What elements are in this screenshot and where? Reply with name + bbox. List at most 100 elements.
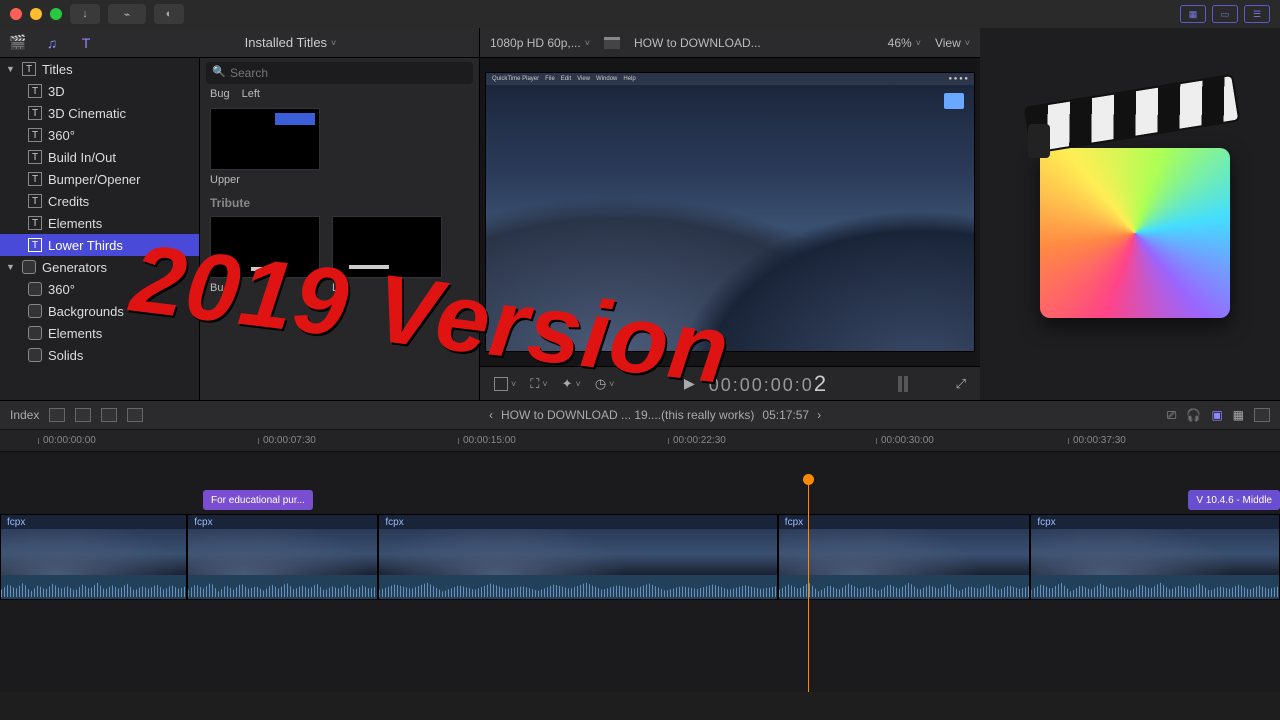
sidebar-label: Titles (42, 62, 73, 77)
thumbnail-preview (210, 108, 320, 170)
video-clip[interactable]: fcpx (778, 514, 1031, 600)
title-thumb-bug[interactable]: Bug (210, 88, 230, 100)
photos-browser-icon[interactable]: ♫ (42, 33, 62, 53)
video-clip[interactable]: fcpx (378, 514, 777, 600)
workspace-button-1[interactable]: ▦ (1180, 5, 1206, 23)
ruler-tick: 00:00:30:00 (876, 430, 934, 451)
sidebar-item-gen-solids[interactable]: Solids (0, 344, 199, 366)
viewer-canvas[interactable]: QuickTime Player File Edit View Window H… (480, 58, 980, 366)
sidebar-item-lower-thirds[interactable]: TLower Thirds (0, 234, 199, 256)
crop-tool[interactable]: ⛶ (530, 376, 547, 392)
titles-category-icon: T (22, 62, 36, 76)
titles-browser-icon[interactable]: T (76, 33, 96, 53)
timecode-display[interactable]: 00:00:00:02 (709, 371, 828, 397)
generator-icon (28, 304, 42, 318)
ruler-tick: 00:00:00:00 (38, 430, 96, 451)
history-back-button[interactable]: ‹ (489, 408, 493, 422)
clapperboard-icon (604, 37, 620, 49)
title-icon: T (28, 216, 42, 230)
video-clip[interactable]: fcpx (1030, 514, 1280, 600)
title-clip[interactable]: For educational pur... (203, 490, 313, 510)
primary-storyline: fcpx fcpx fcpx fcpx fcpx (0, 514, 1280, 600)
import-button[interactable]: ↓ (70, 4, 100, 24)
playhead[interactable] (808, 480, 809, 692)
timeline-ruler[interactable]: 00:00:00:00 00:00:07:30 00:00:15:00 00:0… (0, 430, 1280, 452)
audio-skimming-toggle[interactable]: 🎧 (1186, 408, 1201, 422)
search-input[interactable] (206, 62, 473, 84)
append-tool-icon[interactable] (75, 408, 91, 422)
generator-icon (28, 326, 42, 340)
sidebar-item-3d-cinematic[interactable]: T3D Cinematic (0, 102, 199, 124)
snapping-toggle[interactable]: ▣ (1211, 408, 1222, 422)
sidebar-item-build-in-out[interactable]: TBuild In/Out (0, 146, 199, 168)
timeline-appearance-button[interactable] (1254, 408, 1270, 422)
project-name: HOW to DOWNLOAD... (634, 36, 761, 50)
view-dropdown[interactable]: View (935, 36, 970, 50)
sidebar-tree: ▼ T Titles T3D T3D Cinematic T360° TBuil… (0, 58, 200, 400)
title-icon: T (28, 172, 42, 186)
close-window-button[interactable] (10, 8, 22, 20)
browser-toolbar: 🎬 ♫ T Installed Titles (0, 28, 479, 58)
minimize-window-button[interactable] (30, 8, 42, 20)
zoom-dropdown[interactable]: 46% (888, 36, 921, 50)
sidebar-item-3d[interactable]: T3D (0, 80, 199, 102)
thumbnail-preview (210, 216, 320, 278)
sidebar-item-gen-elements[interactable]: Elements (0, 322, 199, 344)
video-clip[interactable]: fcpx (187, 514, 378, 600)
viewer-controls: ⛶ ✦ ◷ ▶ 00:00:00:02 ⤢ (480, 366, 980, 400)
format-dropdown[interactable]: 1080p HD 60p,... (490, 36, 590, 50)
ruler-tick: 00:00:37:30 (1068, 430, 1126, 451)
generator-icon (28, 282, 42, 296)
viewer-toolbar: 1080p HD 60p,... HOW to DOWNLOAD... 46% … (480, 28, 980, 58)
chevron-down-icon: ▼ (6, 64, 16, 74)
insert-tool-icon[interactable] (49, 408, 65, 422)
media-browser-icon[interactable]: 🎬 (8, 33, 28, 53)
preview-frame: QuickTime Player File Edit View Window H… (485, 72, 975, 352)
enhance-tool[interactable]: ✦ (562, 376, 581, 392)
fullscreen-button[interactable]: ⤢ (956, 376, 966, 392)
sidebar-item-gen-backgrounds[interactable]: Backgrounds (0, 300, 199, 322)
video-clip[interactable]: fcpx (0, 514, 187, 600)
connect-tool-icon[interactable] (127, 408, 143, 422)
background-tasks-button[interactable]: ◐ (154, 4, 184, 24)
title-icon: T (28, 84, 42, 98)
maximize-window-button[interactable] (50, 8, 62, 20)
sidebar-section-titles[interactable]: ▼ T Titles (0, 58, 199, 80)
workspace-button-3[interactable]: ☰ (1244, 5, 1270, 23)
retime-tool[interactable]: ◷ (595, 376, 615, 392)
timeline-clip-title: HOW to DOWNLOAD ... 19....(this really w… (501, 408, 754, 422)
sidebar-item-credits[interactable]: TCredits (0, 190, 199, 212)
transform-icon (494, 377, 508, 391)
title-thumb-left[interactable]: Left (242, 88, 260, 100)
title-thumb-tribute-2[interactable]: Left (332, 216, 442, 294)
timeline-duration: 05:17:57 (762, 408, 809, 422)
timeline-toolbar: Index ‹ HOW to DOWNLOAD ... 19....(this … (0, 400, 1280, 430)
title-thumb-tribute-1[interactable]: Bu (210, 216, 320, 294)
overwrite-tool-icon[interactable] (101, 408, 117, 422)
history-forward-button[interactable]: › (817, 408, 821, 422)
sidebar-item-bumper-opener[interactable]: TBumper/Opener (0, 168, 199, 190)
skimming-toggle[interactable]: ⎚ (1167, 408, 1177, 423)
workspace-button-2[interactable]: ▭ (1212, 5, 1238, 23)
title-clip[interactable]: V 10.4.6 - Middle (1188, 490, 1280, 510)
index-button[interactable]: Index (10, 408, 39, 422)
transform-tool[interactable] (494, 377, 516, 391)
title-thumb-upper[interactable]: Upper (210, 108, 320, 186)
timeline-nav: ‹ HOW to DOWNLOAD ... 19....(this really… (489, 408, 821, 422)
chevron-down-icon: ▼ (6, 262, 16, 272)
viewer-panel: 1080p HD 60p,... HOW to DOWNLOAD... 46% … (480, 28, 980, 400)
play-button[interactable]: ▶ (684, 375, 695, 392)
timeline[interactable]: For educational pur... V 10.4.6 - Middle… (0, 452, 1280, 692)
title-icon: T (28, 106, 42, 120)
title-icon: T (28, 150, 42, 164)
ruler-tick: 00:00:07:30 (258, 430, 316, 451)
browser-title-dropdown[interactable]: Installed Titles (245, 35, 337, 50)
generator-icon (28, 348, 42, 362)
sidebar-item-gen-360[interactable]: 360° (0, 278, 199, 300)
solo-toggle[interactable]: ▦ (1233, 408, 1244, 422)
sidebar-item-elements[interactable]: TElements (0, 212, 199, 234)
browser-panel: 🎬 ♫ T Installed Titles ▼ T Titles T3D T3… (0, 28, 480, 400)
keyword-button[interactable]: ⌁ (108, 4, 146, 24)
sidebar-section-generators[interactable]: ▼ Generators (0, 256, 199, 278)
sidebar-item-360[interactable]: T360° (0, 124, 199, 146)
